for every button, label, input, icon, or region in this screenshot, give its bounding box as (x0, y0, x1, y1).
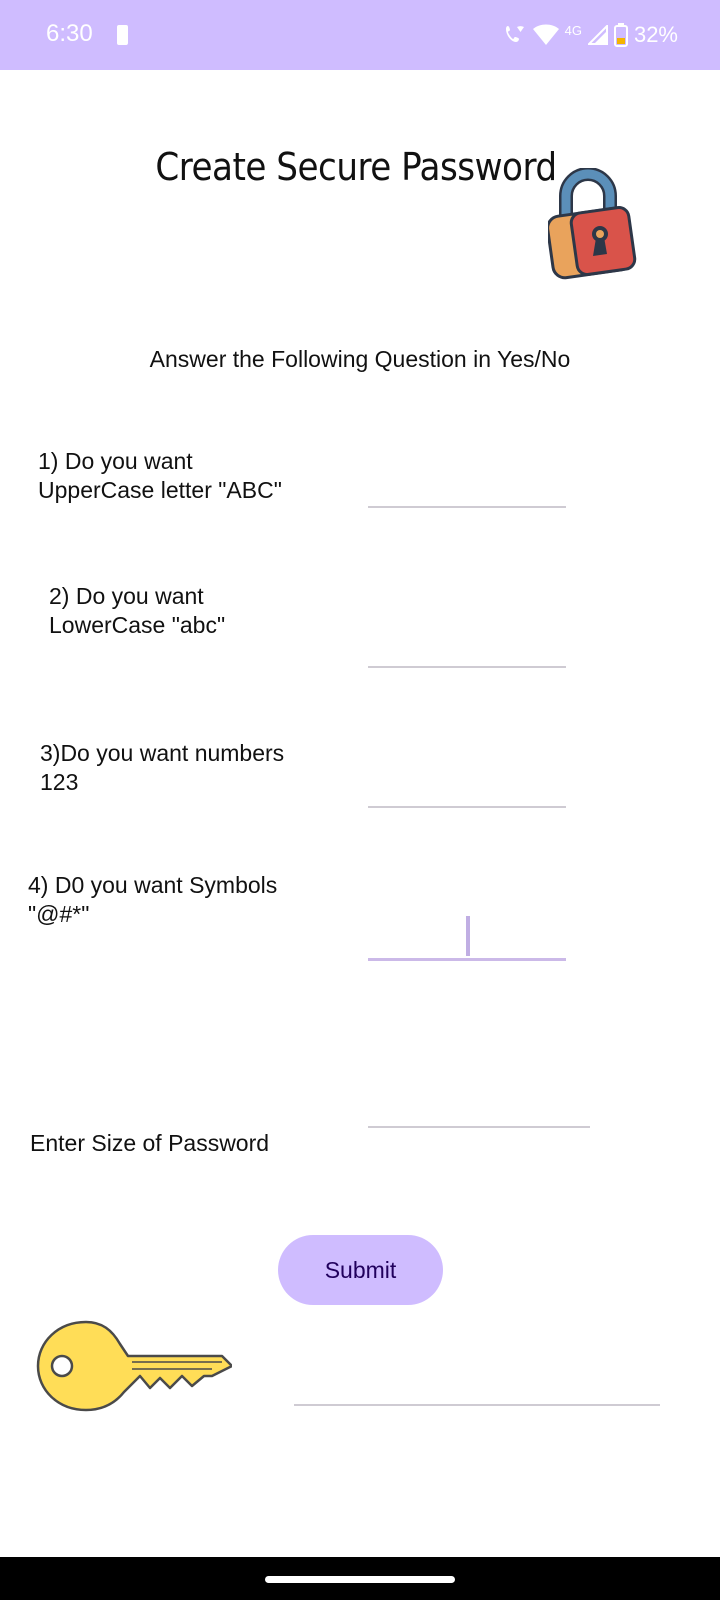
notification-icon (117, 25, 128, 45)
status-icons: 4G 32% (503, 20, 678, 50)
password-size-input[interactable] (368, 1086, 590, 1128)
signal-icon (587, 25, 608, 45)
text-cursor (466, 916, 470, 956)
battery-percent: 32% (633, 22, 678, 47)
submit-button[interactable]: Submit (278, 1235, 443, 1305)
status-time: 6:30 (46, 20, 93, 47)
question-lowercase-label: 2) Do you want LowerCase "abc" (49, 583, 226, 638)
phone-wifi-icon (505, 26, 524, 42)
home-gesture-handle[interactable] (265, 1576, 455, 1583)
lowercase-answer-input[interactable] (368, 626, 566, 668)
lock-icon (548, 168, 637, 280)
wifi-icon (532, 24, 559, 45)
key-icon (36, 1320, 232, 1412)
generated-password-field[interactable] (294, 1366, 660, 1406)
instructions-text: Answer the Following Question in Yes/No (149, 346, 571, 372)
network-type: 4G (564, 22, 582, 38)
status-bar: 6:30 4G 32% (0, 0, 720, 70)
question-numbers-label: 3)Do you want numbers 123 (40, 740, 285, 795)
battery-icon (613, 23, 628, 47)
question-symbols-label: 4) D0 you want Symbols "@#*" (28, 872, 278, 927)
question-uppercase-label: 1) Do you want UpperCase letter "ABC" (38, 448, 282, 503)
uppercase-answer-input[interactable] (368, 466, 566, 508)
numbers-answer-input[interactable] (368, 766, 566, 808)
size-label: Enter Size of Password (30, 1130, 270, 1156)
